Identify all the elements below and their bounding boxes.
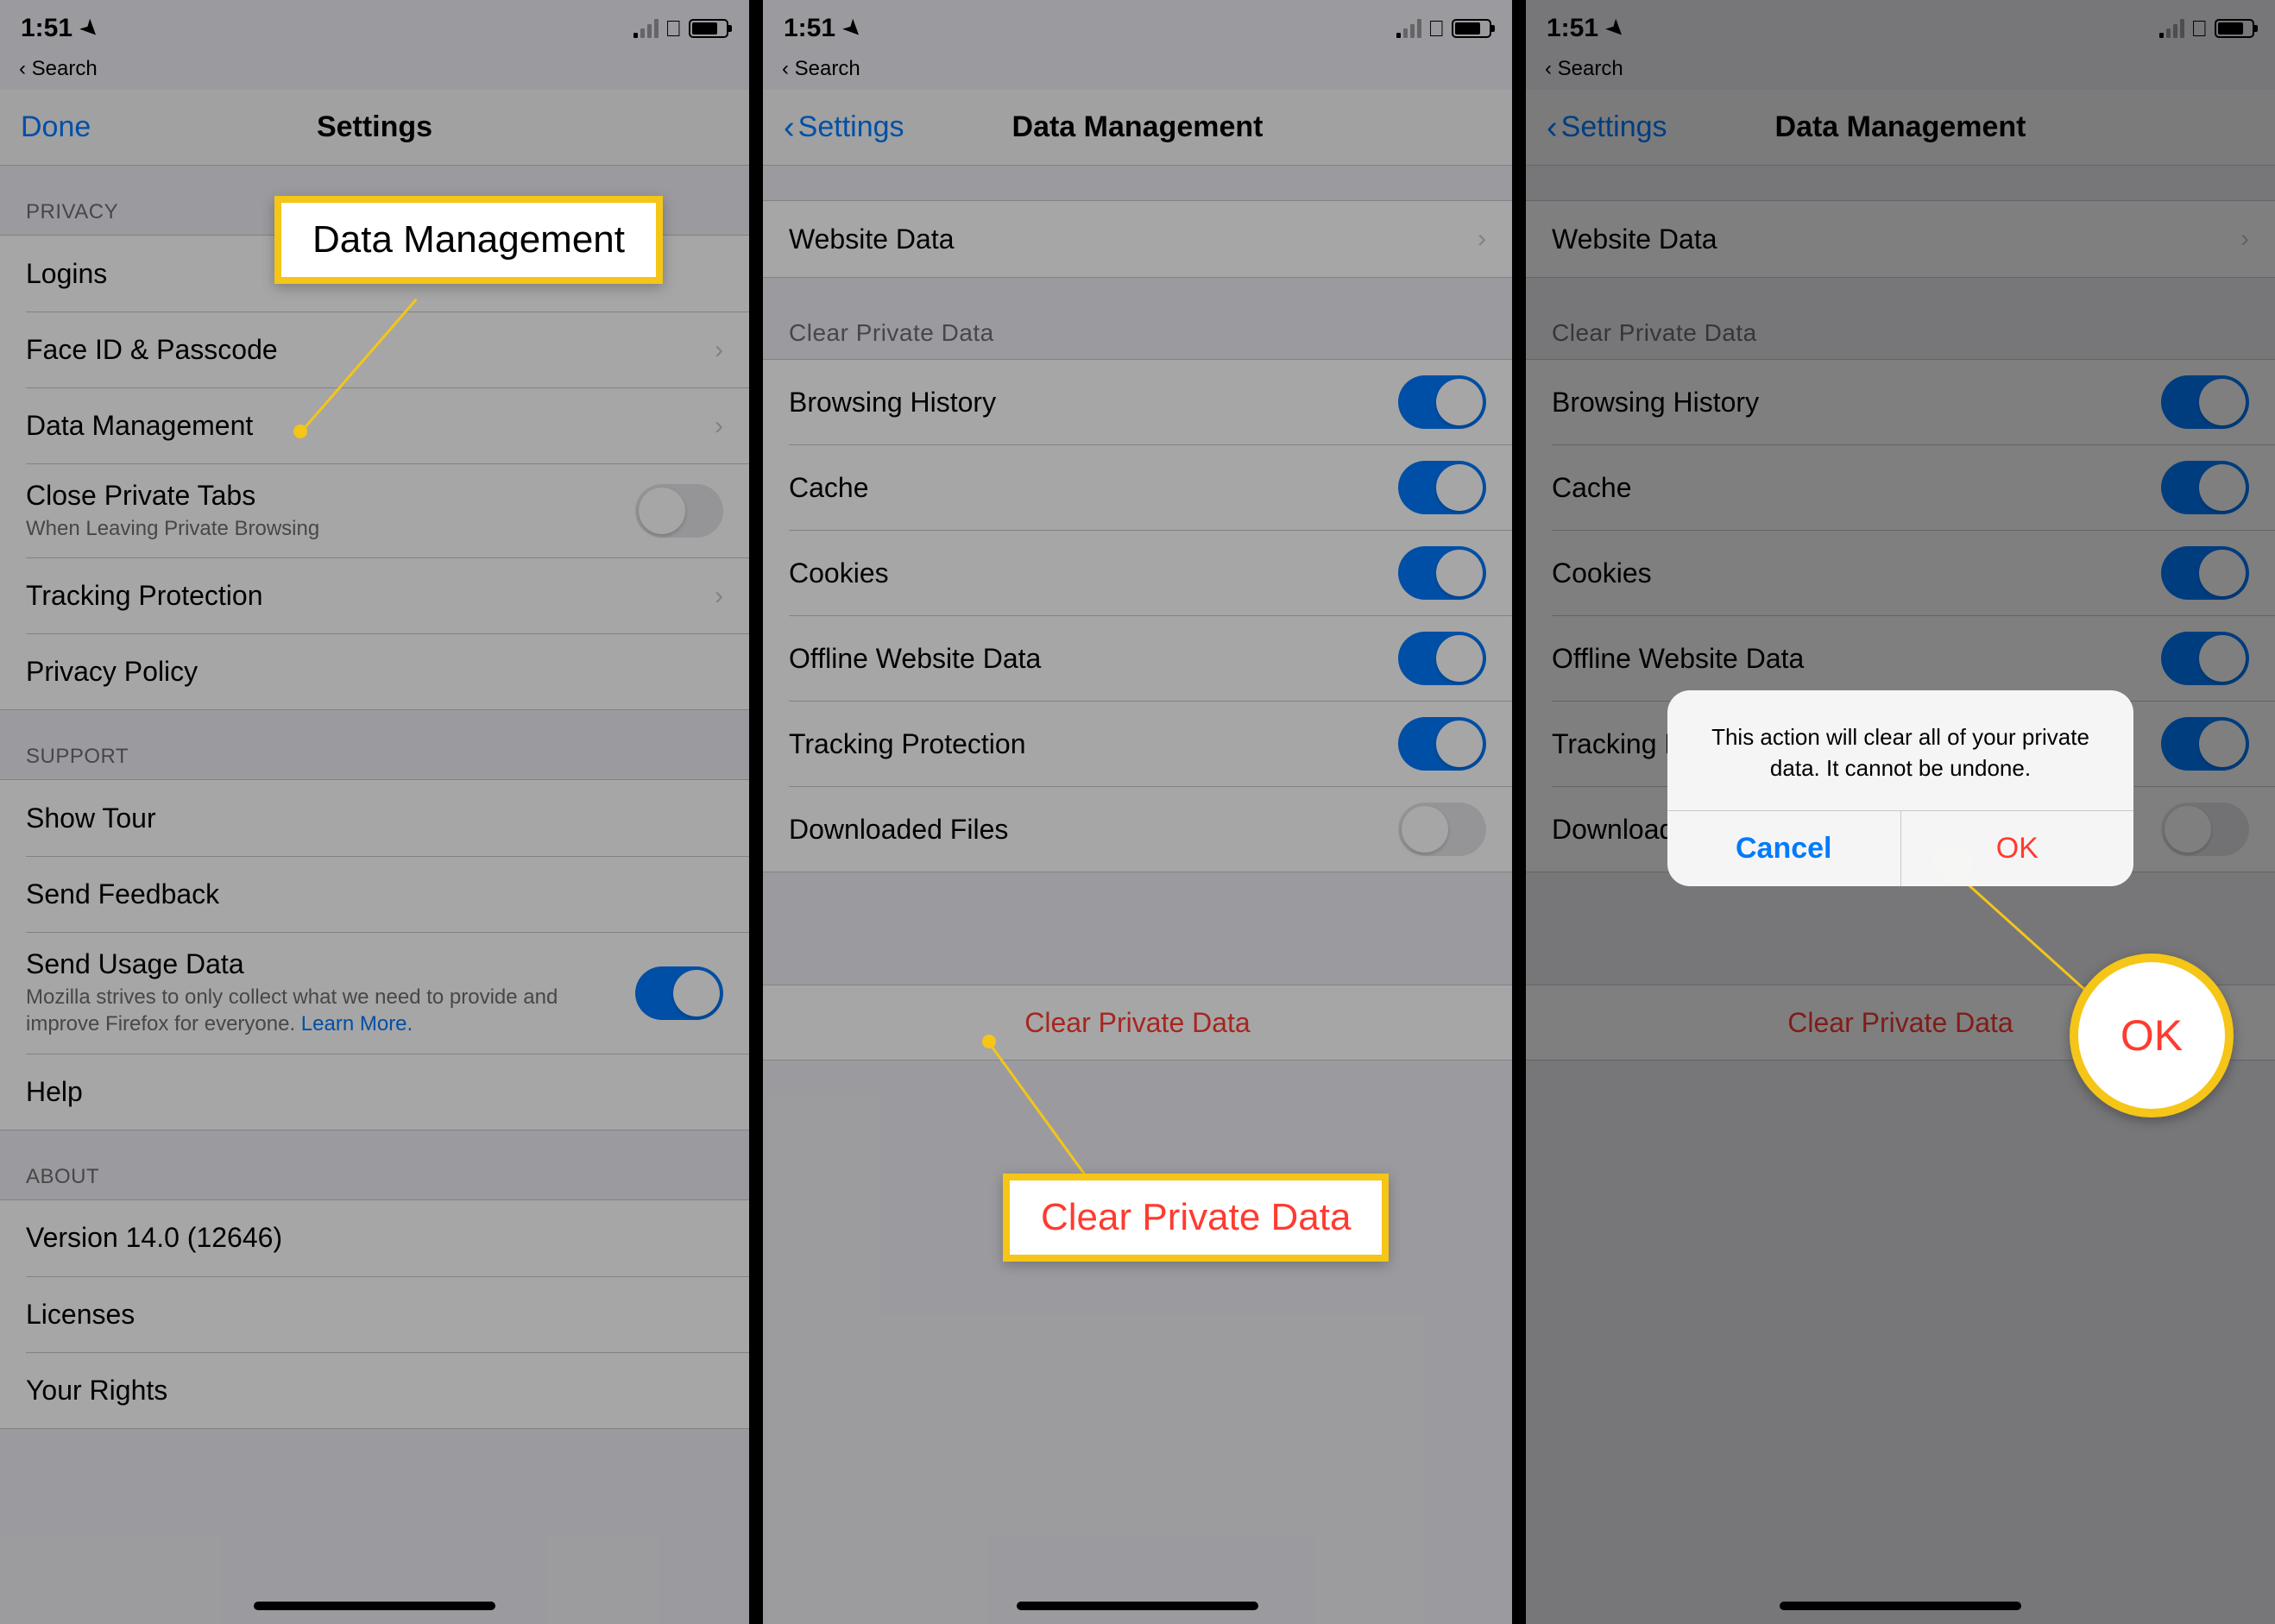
callout-ok: OK bbox=[2070, 954, 2234, 1117]
chevron-right-icon: › bbox=[715, 582, 723, 611]
row-your-rights[interactable]: Your Rights bbox=[26, 1352, 749, 1428]
row-version: Version 14.0 (12646) bbox=[0, 1200, 749, 1276]
status-bar: 1:51➤ 􀙇 bbox=[763, 0, 1512, 57]
battery-icon bbox=[1452, 19, 1491, 38]
row-downloaded-files[interactable]: Downloaded Files bbox=[789, 786, 1512, 872]
battery-icon bbox=[689, 19, 728, 38]
row-tracking-protection[interactable]: Tracking Protection bbox=[789, 701, 1512, 786]
home-indicator bbox=[1017, 1602, 1258, 1610]
row-privacy-policy[interactable]: Privacy Policy bbox=[26, 633, 749, 709]
row-data-management[interactable]: Data Management› bbox=[26, 387, 749, 463]
done-button[interactable]: Done bbox=[21, 110, 91, 144]
callout-clear-private-data: Clear Private Data bbox=[1003, 1174, 1389, 1262]
section-about: ABOUT bbox=[0, 1130, 749, 1199]
nav-bar: Done Settings bbox=[0, 90, 749, 166]
chevron-right-icon: › bbox=[715, 336, 723, 365]
toggle-downloaded-files[interactable] bbox=[1398, 803, 1486, 856]
toggle-close-private-tabs[interactable] bbox=[635, 484, 723, 538]
row-cookies[interactable]: Cookies bbox=[789, 530, 1512, 615]
row-send-feedback[interactable]: Send Feedback bbox=[26, 856, 749, 932]
row-show-tour[interactable]: Show Tour bbox=[0, 780, 749, 856]
callout-data-management: Data Management bbox=[274, 196, 663, 284]
alert-ok-button[interactable]: OK bbox=[1900, 811, 2134, 886]
section-support: SUPPORT bbox=[0, 710, 749, 779]
location-icon: ➤ bbox=[838, 14, 868, 44]
cellular-icon bbox=[633, 19, 659, 38]
cellular-icon bbox=[1396, 19, 1421, 38]
alert-backdrop: This action will clear all of your priva… bbox=[1526, 0, 2275, 1624]
alert-message: This action will clear all of your priva… bbox=[1667, 690, 2133, 810]
row-licenses[interactable]: Licenses bbox=[26, 1276, 749, 1352]
toggle-browsing-history[interactable] bbox=[1398, 375, 1486, 429]
chevron-right-icon: › bbox=[1478, 224, 1486, 254]
alert-cancel-button[interactable]: Cancel bbox=[1667, 811, 1900, 886]
location-icon: ➤ bbox=[75, 14, 105, 44]
section-clear-private-data: Clear Private Data bbox=[763, 278, 1512, 359]
row-browsing-history[interactable]: Browsing History bbox=[763, 360, 1512, 444]
row-website-data[interactable]: Website Data› bbox=[763, 201, 1512, 277]
toggle-cookies[interactable] bbox=[1398, 546, 1486, 600]
clear-private-data-button[interactable]: Clear Private Data bbox=[763, 985, 1512, 1061]
status-bar: 1:51➤ 􀙇 bbox=[0, 0, 749, 57]
toggle-cache[interactable] bbox=[1398, 461, 1486, 514]
row-offline-website-data[interactable]: Offline Website Data bbox=[789, 615, 1512, 701]
wifi-icon: 􀙇 bbox=[665, 16, 683, 42]
row-cache[interactable]: Cache bbox=[789, 444, 1512, 530]
home-indicator bbox=[254, 1602, 495, 1610]
data-management-screen: 1:51➤ 􀙇 ‹ Search ‹Settings Data Manageme… bbox=[763, 0, 1512, 1624]
learn-more-link[interactable]: Learn More. bbox=[301, 1012, 413, 1035]
row-tracking-protection[interactable]: Tracking Protection› bbox=[26, 557, 749, 633]
back-button[interactable]: ‹Settings bbox=[784, 110, 904, 144]
wifi-icon: 􀙇 bbox=[1428, 16, 1446, 42]
breadcrumb-back[interactable]: ‹ Search bbox=[0, 57, 749, 90]
nav-bar: ‹Settings Data Management bbox=[763, 90, 1512, 166]
toggle-offline-data[interactable] bbox=[1398, 632, 1486, 685]
breadcrumb-back[interactable]: ‹ Search bbox=[763, 57, 1512, 90]
chevron-right-icon: › bbox=[715, 412, 723, 441]
toggle-tracking-protection[interactable] bbox=[1398, 717, 1486, 771]
row-send-usage-data[interactable]: Send Usage DataMozilla strives to only c… bbox=[26, 932, 749, 1053]
row-close-private-tabs[interactable]: Close Private TabsWhen Leaving Private B… bbox=[26, 463, 749, 557]
page-title: Settings bbox=[317, 110, 432, 144]
page-title: Data Management bbox=[1012, 110, 1264, 144]
row-help[interactable]: Help bbox=[26, 1054, 749, 1130]
chevron-left-icon: ‹ bbox=[784, 111, 795, 144]
toggle-send-usage[interactable] bbox=[635, 966, 723, 1020]
confirm-alert: This action will clear all of your priva… bbox=[1667, 690, 2133, 886]
row-faceid[interactable]: Face ID & Passcode› bbox=[26, 312, 749, 387]
